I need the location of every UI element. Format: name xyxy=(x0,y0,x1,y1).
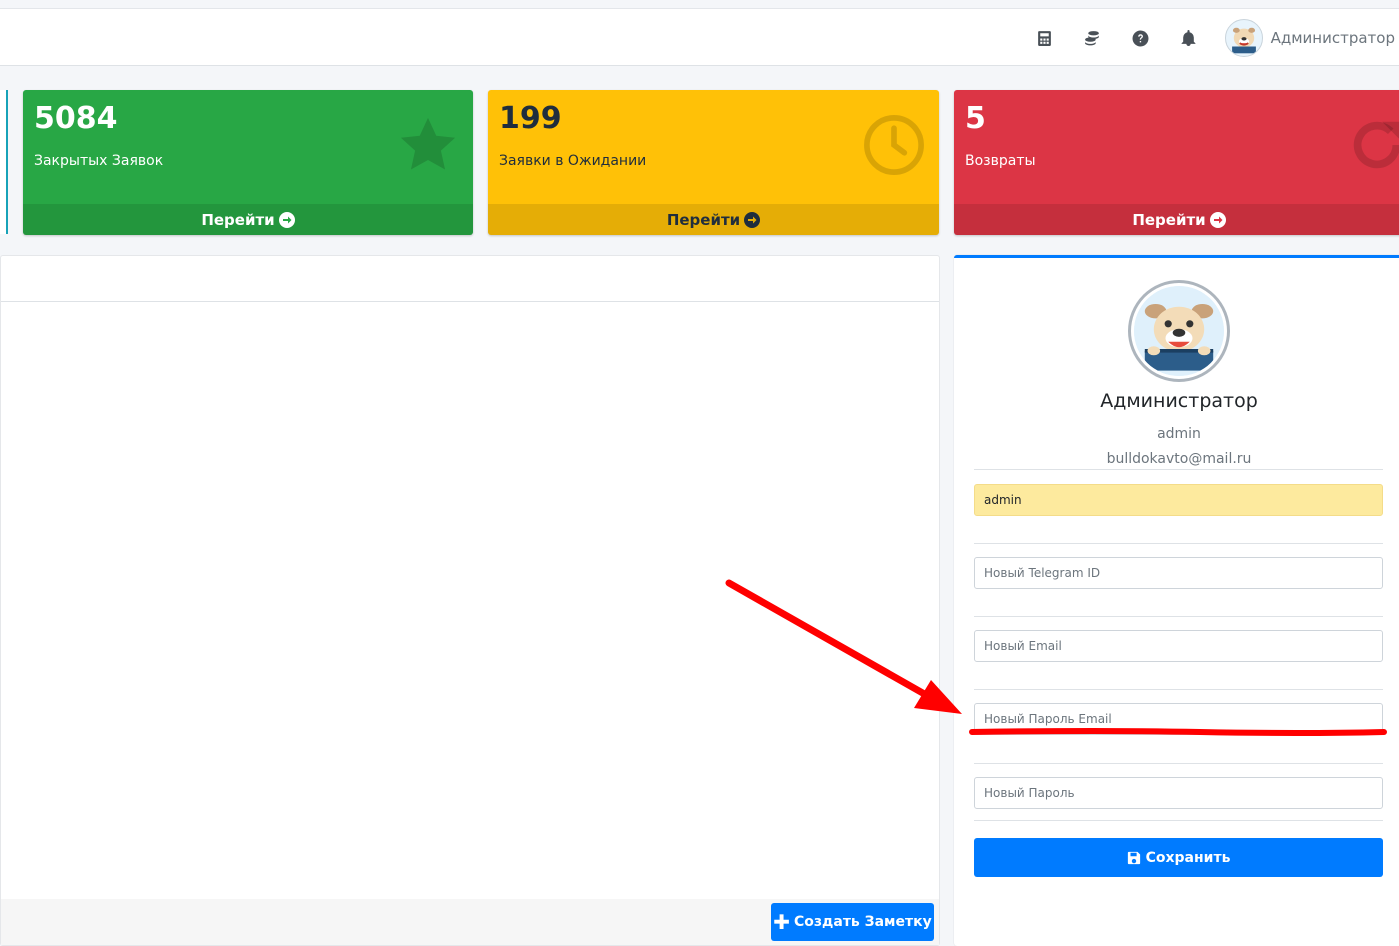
profile-name: Администратор xyxy=(1100,390,1258,412)
password-field[interactable] xyxy=(974,777,1383,809)
divider xyxy=(974,689,1383,690)
divider xyxy=(974,763,1383,764)
stat-label: Закрытых Заявок xyxy=(34,153,164,169)
bell-icon[interactable] xyxy=(1177,26,1201,50)
stat-label: Заявки в Ожидании xyxy=(499,153,647,169)
email-field[interactable] xyxy=(974,630,1383,662)
login-field[interactable] xyxy=(974,484,1383,516)
stat-link-label: Перейти xyxy=(666,210,741,229)
stat-link-label: Перейти xyxy=(1132,210,1206,229)
profile-card: Администратор admin bulldokavto@mail.ru … xyxy=(954,255,1399,946)
question-icon[interactable] xyxy=(1129,26,1153,50)
arrow-circle-right-icon xyxy=(278,211,295,228)
top-navbar: Администратор xyxy=(0,8,1399,66)
bulldog-avatar-icon xyxy=(1231,27,1256,54)
profile-avatar xyxy=(1128,280,1230,382)
create-note-label: Создать Заметку xyxy=(794,914,932,930)
left-edge-box xyxy=(0,90,8,234)
calculator-icon[interactable] xyxy=(1033,26,1057,50)
stat-value: 5 xyxy=(965,101,986,136)
stat-box-closed: 5084 Закрытых Заявок Перейти xyxy=(23,90,473,235)
telegram-id-field[interactable] xyxy=(974,557,1383,589)
arrow-circle-right-icon xyxy=(1209,211,1226,228)
divider xyxy=(974,616,1383,617)
save-button-label: Сохранить xyxy=(1145,849,1231,866)
plus-icon: ✚ xyxy=(773,910,791,934)
email-password-field[interactable] xyxy=(974,703,1383,735)
stat-value: 5084 xyxy=(34,101,118,136)
arrow-circle-right-icon xyxy=(744,211,761,228)
notes-card-footer: ✚ Создать Заметку xyxy=(1,899,939,945)
user-menu[interactable]: Администратор xyxy=(1224,19,1395,57)
avatar xyxy=(1224,19,1263,57)
stat-box-pending: 199 Заявки в Ожидании Перейти xyxy=(488,90,939,235)
save-button[interactable]: Сохранить xyxy=(974,838,1383,877)
stat-link-closed[interactable]: Перейти xyxy=(23,204,473,235)
notes-card: ✚ Создать Заметку xyxy=(0,255,940,946)
stat-label: Возвраты xyxy=(965,153,1036,169)
stat-link-label: Перейти xyxy=(201,210,275,229)
stat-link-pending[interactable]: Перейти xyxy=(488,204,939,235)
stat-box-returns: 5 Возвраты Перейти xyxy=(954,90,1399,235)
profile-email: bulldokavto@mail.ru xyxy=(1106,451,1252,467)
divider xyxy=(974,469,1383,470)
notes-card-header xyxy=(1,256,939,302)
stat-link-returns[interactable]: Перейти xyxy=(954,204,1399,235)
stat-value: 199 xyxy=(499,101,562,136)
profile-login: admin xyxy=(1157,426,1201,442)
navbar-username: Администратор xyxy=(1270,29,1395,47)
divider xyxy=(974,543,1383,544)
floppy-disk-icon xyxy=(1127,851,1140,864)
divider xyxy=(974,820,1383,821)
bulldog-avatar-icon xyxy=(1134,286,1224,376)
navbar-right-menu: Администратор xyxy=(1033,9,1399,67)
coins-icon[interactable] xyxy=(1081,26,1105,50)
redo-icon xyxy=(1353,121,1399,169)
clock-icon xyxy=(864,115,924,175)
star-icon xyxy=(400,117,456,170)
create-note-button[interactable]: ✚ Создать Заметку xyxy=(771,903,934,941)
